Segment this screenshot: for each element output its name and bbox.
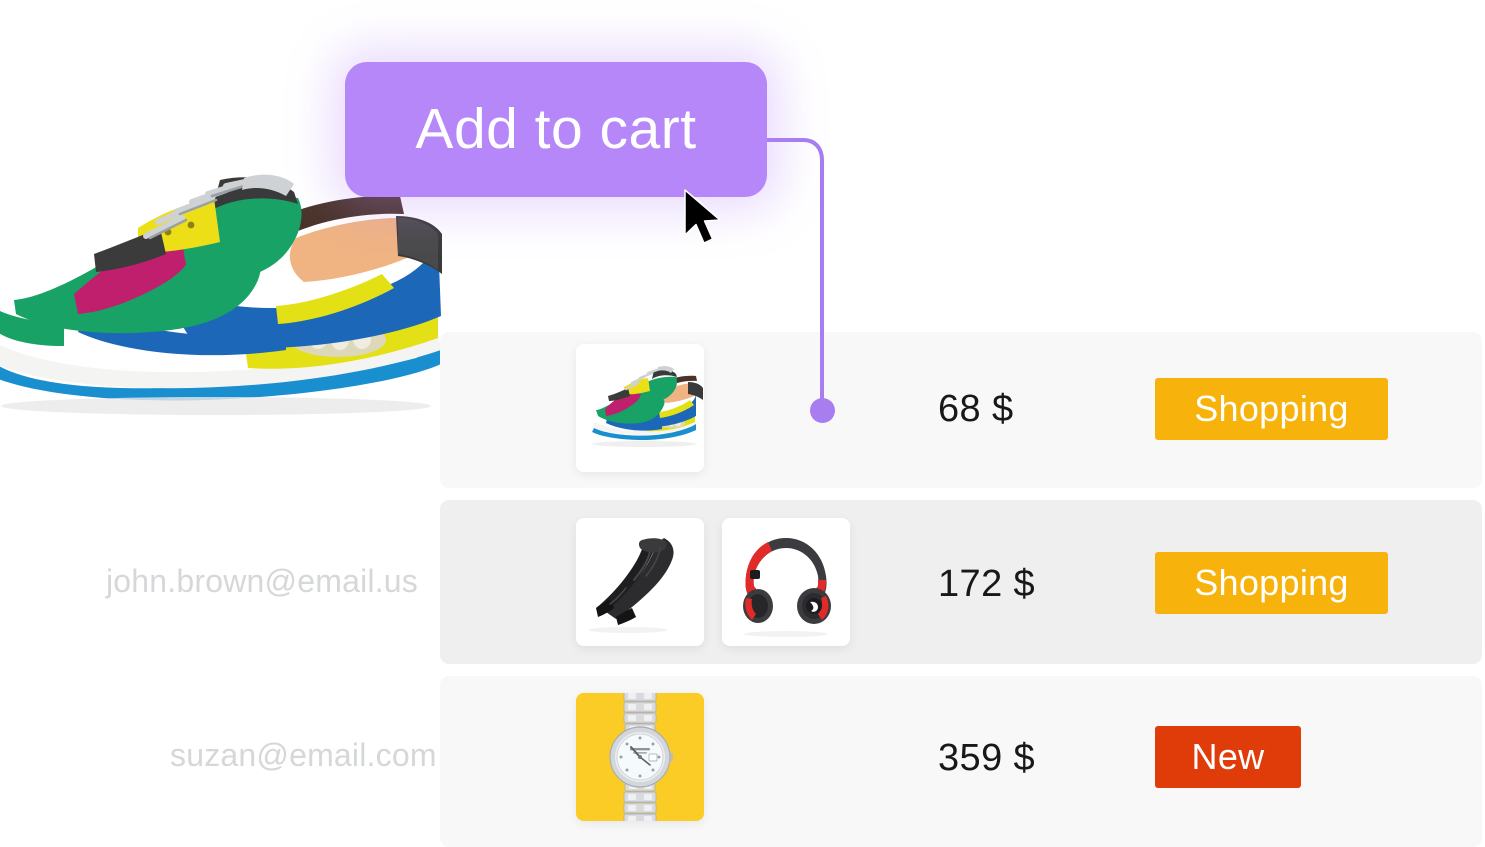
sneaker-thumbnail[interactable] [576,344,704,472]
order-price: 172 $ [938,563,1036,605]
customer-email: suzan@email.com [170,737,437,773]
joggers-thumbnail[interactable] [576,518,704,646]
order-status-button[interactable]: New [1155,726,1301,788]
order-status-button[interactable]: Shopping [1155,378,1388,440]
order-status-button[interactable]: Shopping [1155,552,1388,614]
order-price: 359 $ [938,737,1036,779]
headphones-thumbnail[interactable] [722,518,850,646]
customer-email: john.brown@email.us [106,563,418,599]
add-to-cart-button[interactable]: Add to cart [345,62,767,197]
wristwatch-thumbnail[interactable] [576,693,704,821]
order-price: 68 $ [938,388,1014,430]
app-canvas: Add to cart 68 $ Shopping john.brown@ema… [0,0,1485,847]
add-to-cart-label: Add to cart [415,97,697,161]
connector-dot [810,398,835,423]
